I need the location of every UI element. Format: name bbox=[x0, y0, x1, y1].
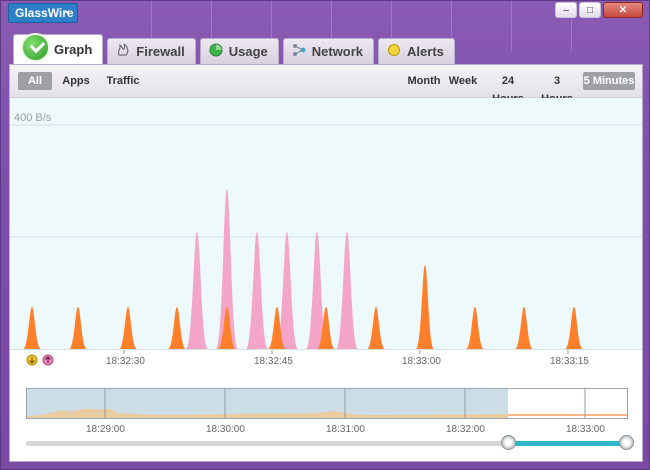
range-month-button[interactable]: Month bbox=[406, 72, 442, 90]
overview-time-label: 18:29:00 bbox=[86, 424, 125, 435]
download-peak bbox=[23, 307, 41, 349]
tab-label: Usage bbox=[228, 44, 268, 59]
filter-bar: All Apps Traffic Month Week 24 Hours 3 H… bbox=[10, 65, 642, 105]
timeline-overview-svg bbox=[27, 389, 627, 418]
time-label: 18:33:15 bbox=[550, 356, 589, 367]
tab-graph[interactable]: Graph bbox=[13, 33, 104, 64]
timeline-overview[interactable] bbox=[26, 388, 628, 419]
tab-label: Network bbox=[311, 44, 364, 59]
y-axis-label: 400 B/s bbox=[14, 112, 52, 124]
filter-apps-button[interactable]: Apps bbox=[60, 72, 92, 90]
maximize-button[interactable]: □ bbox=[579, 2, 601, 18]
traffic-graph-svg bbox=[10, 124, 642, 349]
tab-usage[interactable]: Usage bbox=[199, 38, 279, 64]
timeline-end-handle[interactable] bbox=[619, 435, 634, 450]
tab-network[interactable]: Network bbox=[282, 38, 375, 64]
main-tabs: Graph Firewall Usage Network Alerts bbox=[13, 33, 459, 64]
timeline-start-handle[interactable] bbox=[501, 435, 516, 450]
chevron-down-icon: ⌄ bbox=[62, 5, 71, 16]
overview-time-label: 18:31:00 bbox=[326, 424, 365, 435]
range-24-hours-button[interactable]: 24 Hours bbox=[485, 72, 531, 105]
selected-region bbox=[508, 389, 627, 418]
network-icon bbox=[292, 43, 306, 60]
window-controls: – □ ✕ bbox=[553, 2, 643, 18]
overview-time-label: 18:30:00 bbox=[206, 424, 245, 435]
close-button[interactable]: ✕ bbox=[603, 2, 643, 18]
graph-panel: All Apps Traffic Month Week 24 Hours 3 H… bbox=[9, 64, 643, 462]
range-3-hours-button[interactable]: 3 Hours bbox=[537, 72, 577, 105]
range-5-minutes-button[interactable]: 5 Minutes bbox=[583, 72, 635, 90]
download-peak bbox=[515, 307, 533, 349]
graph-logo-icon bbox=[21, 33, 50, 62]
upload-peak bbox=[186, 232, 208, 349]
tab-label: Graph bbox=[54, 42, 93, 57]
alerts-icon bbox=[387, 43, 401, 60]
download-peak bbox=[119, 307, 137, 349]
filter-traffic-button[interactable]: Traffic bbox=[104, 72, 142, 90]
glasswire-window: GlassWire ⌄ – □ ✕ Graph Firewall Usage N… bbox=[0, 0, 650, 470]
time-label: 18:32:30 bbox=[106, 356, 145, 367]
traffic-graph[interactable]: 400 B/s bbox=[10, 98, 642, 349]
download-series bbox=[23, 265, 583, 349]
download-peak bbox=[69, 307, 87, 349]
time-label: 18:33:00 bbox=[402, 356, 441, 367]
filter-all-button[interactable]: All bbox=[18, 72, 52, 90]
download-peak bbox=[416, 265, 434, 349]
tab-alerts[interactable]: Alerts bbox=[378, 38, 455, 64]
minimize-button[interactable]: – bbox=[555, 2, 577, 18]
download-peak bbox=[367, 307, 385, 349]
range-week-button[interactable]: Week bbox=[448, 72, 478, 90]
tab-firewall[interactable]: Firewall bbox=[107, 38, 196, 64]
tab-label: Firewall bbox=[136, 44, 185, 59]
download-peak bbox=[466, 307, 484, 349]
upload-peak bbox=[246, 232, 268, 349]
tab-label: Alerts bbox=[407, 44, 444, 59]
firewall-icon bbox=[116, 43, 130, 60]
download-peak bbox=[565, 307, 583, 349]
overview-time-label: 18:33:00 bbox=[566, 424, 605, 435]
time-axis: 18:32:30 18:32:45 18:33:00 18:33:15 bbox=[10, 349, 642, 374]
upload-peak bbox=[336, 232, 358, 349]
time-label: 18:32:45 bbox=[254, 356, 293, 367]
usage-icon bbox=[209, 43, 223, 60]
overview-time-label: 18:32:00 bbox=[446, 424, 485, 435]
app-menu-button[interactable]: GlassWire ⌄ bbox=[8, 3, 78, 23]
timeline-selected-range[interactable] bbox=[508, 441, 626, 446]
download-peak bbox=[168, 307, 186, 349]
upload-series bbox=[186, 189, 358, 349]
time-axis-svg bbox=[26, 350, 569, 366]
